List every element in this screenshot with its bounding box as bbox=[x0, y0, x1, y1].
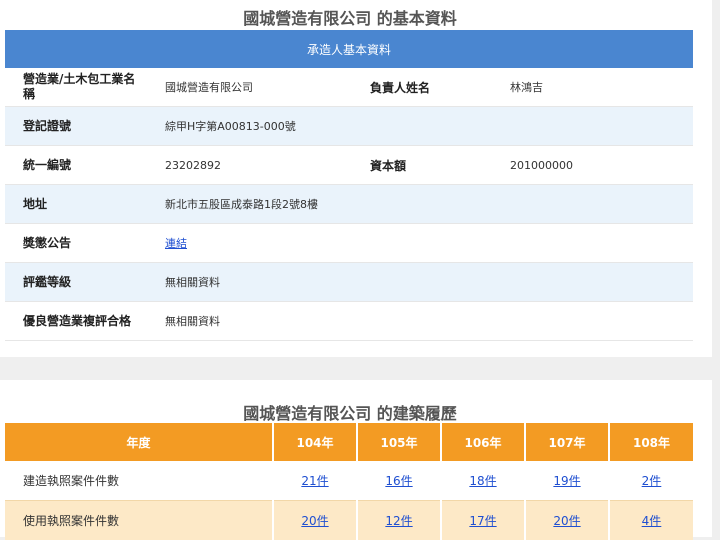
address-value: 新北市五股區成泰路1段2號8樓 bbox=[165, 185, 318, 223]
owner-name-value: 林鴻吉 bbox=[510, 68, 543, 106]
owner-name-label: 負責人姓名 bbox=[370, 68, 430, 106]
excellence-value: 無相關資料 bbox=[165, 302, 220, 340]
cell: 16件 bbox=[357, 461, 441, 501]
tax-id-value: 23202892 bbox=[165, 146, 221, 184]
cell: 4件 bbox=[609, 501, 693, 540]
history-header-row: 年度 104年 105年 106年 107年 108年 bbox=[5, 423, 693, 461]
header-106: 106年 bbox=[441, 423, 525, 461]
cell: 2件 bbox=[609, 461, 693, 501]
capital-value: 201000000 bbox=[510, 146, 573, 184]
cell: 20件 bbox=[525, 501, 609, 540]
awards-label: 獎懲公告 bbox=[23, 224, 143, 262]
building-permits-106-link[interactable]: 18件 bbox=[469, 474, 496, 488]
cell: 18件 bbox=[441, 461, 525, 501]
tax-id-label: 統一編號 bbox=[23, 146, 143, 184]
info-row-address: 地址 新北市五股區成泰路1段2號8樓 bbox=[5, 185, 693, 224]
history-title: 國城營造有限公司 的建築履歷 bbox=[0, 400, 700, 424]
basic-info-title: 國城營造有限公司 的基本資料 bbox=[0, 5, 700, 29]
cell: 21件 bbox=[273, 461, 357, 501]
registration-value: 綜甲H字第A00813-000號 bbox=[165, 107, 296, 145]
address-label: 地址 bbox=[23, 185, 143, 223]
cell: 19件 bbox=[525, 461, 609, 501]
cell: 17件 bbox=[441, 501, 525, 540]
table-row: 使用執照案件件數 20件 12件 17件 20件 4件 bbox=[5, 501, 693, 540]
rating-label: 評鑑等級 bbox=[23, 263, 143, 301]
info-row-tax-id: 統一編號 23202892 資本額 201000000 bbox=[5, 146, 693, 185]
use-permits-106-link[interactable]: 17件 bbox=[469, 514, 496, 528]
header-108: 108年 bbox=[609, 423, 693, 461]
cell: 12件 bbox=[357, 501, 441, 540]
use-permits-104-link[interactable]: 20件 bbox=[301, 514, 328, 528]
basic-info-card: 國城營造有限公司 的基本資料 承造人基本資料 營造業/土木包工業名稱 國城營造有… bbox=[0, 0, 712, 357]
capital-label: 資本額 bbox=[370, 146, 406, 184]
header-104: 104年 bbox=[273, 423, 357, 461]
row-label-use-permits: 使用執照案件件數 bbox=[5, 501, 273, 540]
registration-label: 登記證號 bbox=[23, 107, 143, 145]
building-permits-104-link[interactable]: 21件 bbox=[301, 474, 328, 488]
building-permits-108-link[interactable]: 2件 bbox=[642, 474, 662, 488]
rating-value: 無相關資料 bbox=[165, 263, 220, 301]
use-permits-107-link[interactable]: 20件 bbox=[553, 514, 580, 528]
building-permits-105-link[interactable]: 16件 bbox=[385, 474, 412, 488]
use-permits-108-link[interactable]: 4件 bbox=[642, 514, 662, 528]
header-year: 年度 bbox=[5, 423, 273, 461]
awards-value-cell: 連結 bbox=[165, 224, 187, 262]
info-row-excellence: 優良營造業複評合格 無相關資料 bbox=[5, 302, 693, 341]
company-name-value: 國城營造有限公司 bbox=[165, 68, 253, 106]
header-105: 105年 bbox=[357, 423, 441, 461]
company-name-label: 營造業/土木包工業名稱 bbox=[23, 68, 143, 106]
building-permits-107-link[interactable]: 19件 bbox=[553, 474, 580, 488]
excellence-label: 優良營造業複評合格 bbox=[23, 302, 143, 340]
info-row-registration: 登記證號 綜甲H字第A00813-000號 bbox=[5, 107, 693, 146]
cell: 20件 bbox=[273, 501, 357, 540]
history-table: 年度 104年 105年 106年 107年 108年 建造執照案件件數 21件… bbox=[5, 423, 693, 540]
history-card: 國城營造有限公司 的建築履歷 年度 104年 105年 106年 107年 10… bbox=[0, 380, 712, 537]
info-row-awards: 獎懲公告 連結 bbox=[5, 224, 693, 263]
info-row-rating: 評鑑等級 無相關資料 bbox=[5, 263, 693, 302]
basic-info-header: 承造人基本資料 bbox=[5, 30, 693, 68]
info-row-company-name: 營造業/土木包工業名稱 國城營造有限公司 負責人姓名 林鴻吉 bbox=[5, 68, 693, 107]
use-permits-105-link[interactable]: 12件 bbox=[385, 514, 412, 528]
row-label-building-permits: 建造執照案件件數 bbox=[5, 461, 273, 501]
table-row: 建造執照案件件數 21件 16件 18件 19件 2件 bbox=[5, 461, 693, 501]
header-107: 107年 bbox=[525, 423, 609, 461]
awards-link[interactable]: 連結 bbox=[165, 235, 187, 251]
